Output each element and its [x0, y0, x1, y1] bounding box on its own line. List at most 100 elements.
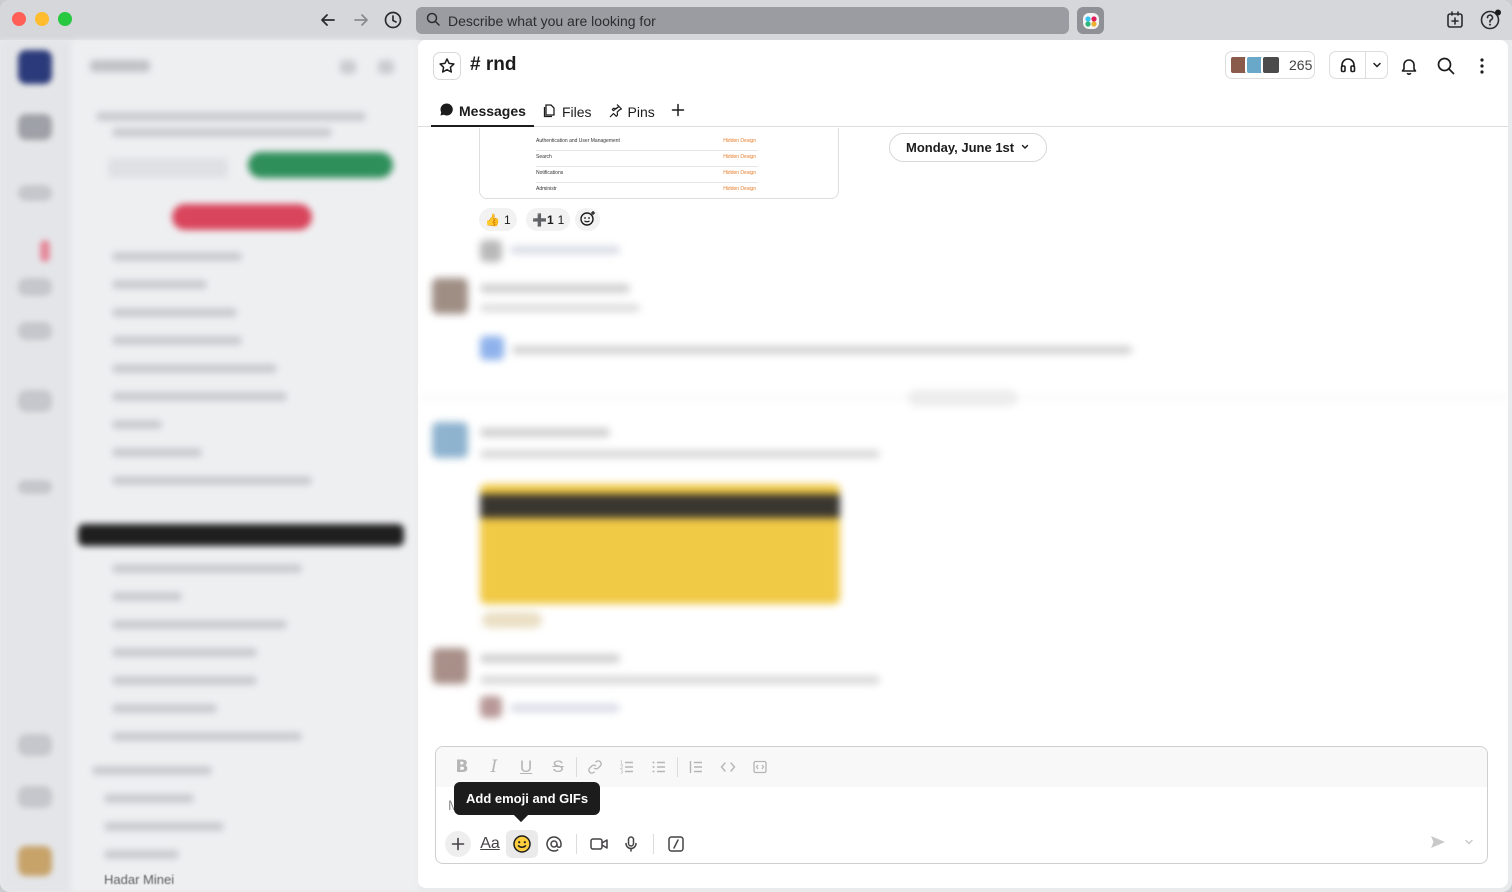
avatar [432, 422, 468, 458]
svg-text:3: 3 [620, 770, 623, 776]
video-icon[interactable] [583, 830, 615, 858]
code-icon[interactable] [712, 753, 744, 781]
emoji-tooltip: Add emoji and GIFs [454, 782, 601, 815]
workspace-rail [0, 40, 72, 892]
sidebar-item[interactable] [112, 648, 257, 657]
channel-view: # rnd 265 Messages Files Pins Authentica… [418, 40, 1508, 888]
more-icon[interactable] [18, 390, 52, 412]
sidebar-item[interactable] [112, 420, 162, 429]
member-list-button[interactable]: 265 [1225, 51, 1315, 79]
divider [576, 757, 577, 777]
text-formatting-icon[interactable]: Aa [474, 830, 506, 858]
create-icon[interactable] [18, 734, 52, 756]
filter-icon[interactable] [340, 60, 356, 74]
sidebar-item[interactable] [112, 592, 182, 601]
history-clock-icon[interactable] [381, 8, 405, 32]
tab-files[interactable]: Files [534, 96, 600, 127]
bulleted-list-icon[interactable] [643, 753, 675, 781]
divider [536, 182, 758, 183]
tab-label: Messages [459, 102, 526, 119]
row-label: Search [536, 154, 552, 160]
link-icon[interactable] [579, 753, 611, 781]
emoji-icon[interactable] [506, 830, 538, 858]
underline-icon[interactable]: U [510, 753, 542, 781]
strikethrough-icon[interactable]: S [542, 753, 574, 781]
sidebar-item[interactable] [112, 564, 302, 573]
reaction-plus-one[interactable]: ➕1 1 [526, 208, 571, 231]
user-avatar[interactable] [18, 846, 52, 876]
code-block-icon[interactable] [744, 753, 776, 781]
workspace-avatar[interactable] [18, 50, 52, 84]
sidebar-item[interactable] [112, 448, 202, 457]
add-tab-button[interactable] [663, 96, 693, 127]
sidebar-item[interactable] [112, 280, 207, 289]
search-icon[interactable] [1432, 52, 1460, 80]
mention-icon[interactable] [538, 830, 570, 858]
date-divider-button[interactable]: Monday, June 1st [889, 133, 1048, 162]
message-list: Authentication and User Management Hidden… [418, 128, 1508, 740]
huddle-button[interactable] [1329, 51, 1388, 79]
dm-item[interactable] [104, 822, 224, 831]
channel-title[interactable]: # rnd [470, 54, 516, 76]
chevron-down-icon[interactable] [1366, 59, 1387, 71]
maximize-window-button[interactable] [58, 12, 72, 26]
activity-icon[interactable] [18, 278, 52, 296]
star-icon[interactable] [433, 52, 461, 80]
dm-item[interactable] [104, 850, 179, 859]
bold-icon[interactable]: B [446, 753, 478, 781]
search-placeholder: Describe what you are looking for [448, 12, 656, 29]
sidebar-item[interactable] [112, 392, 287, 401]
new-canvas-icon[interactable] [1443, 8, 1467, 32]
slash-command-icon[interactable] [660, 830, 692, 858]
dm-item[interactable] [104, 794, 194, 803]
back-arrow-icon[interactable] [316, 8, 340, 32]
sender-name [480, 284, 630, 293]
kebab-menu-icon[interactable] [1468, 52, 1496, 80]
sidebar-banner [96, 112, 366, 121]
headphones-icon[interactable] [1330, 52, 1366, 78]
ordered-list-icon[interactable]: 123 [611, 753, 643, 781]
sidebar-section-header[interactable] [92, 766, 212, 775]
help-icon[interactable] [1478, 8, 1502, 32]
add-reaction-button[interactable] [575, 208, 600, 231]
sidebar-cta-green[interactable] [248, 152, 393, 178]
tab-pins[interactable]: Pins [600, 96, 663, 127]
reaction-thumbsup[interactable]: 👍 1 [479, 208, 517, 231]
tab-label: Pins [627, 103, 655, 120]
image-attachment[interactable]: Authentication and User Management Hidden… [479, 128, 839, 199]
sidebar-item[interactable] [112, 676, 257, 685]
sidebar-item-selected[interactable] [78, 524, 404, 546]
search-input[interactable]: Describe what you are looking for [416, 7, 1069, 34]
settings-icon[interactable] [18, 786, 52, 808]
dms-icon[interactable] [18, 185, 52, 201]
sidebar-item[interactable] [112, 336, 242, 345]
chevron-down-icon[interactable] [1463, 835, 1475, 853]
sidebar-secondary-button[interactable] [108, 158, 228, 178]
italic-icon[interactable]: I [478, 753, 510, 781]
sidebar-item[interactable] [112, 732, 302, 741]
sidebar-item[interactable] [112, 308, 237, 317]
add-icon[interactable] [18, 480, 52, 494]
tab-messages[interactable]: Messages [431, 96, 534, 127]
minimize-window-button[interactable] [35, 12, 49, 26]
row-status: Hidden Design [723, 170, 756, 176]
ai-assistant-icon[interactable] [1077, 7, 1104, 34]
blockquote-icon[interactable] [680, 753, 712, 781]
send-icon[interactable] [1429, 833, 1447, 856]
plus-icon[interactable] [445, 831, 471, 857]
sidebar-user-name[interactable]: Hadar Minei [104, 872, 174, 887]
forward-arrow-icon[interactable] [349, 8, 373, 32]
sidebar-item[interactable] [112, 476, 312, 485]
bell-icon[interactable] [1395, 52, 1423, 80]
compose-icon[interactable] [378, 60, 394, 74]
microphone-icon[interactable] [615, 830, 647, 858]
close-window-button[interactable] [12, 12, 26, 26]
attachment-row: Administr Hidden Design [536, 186, 756, 192]
later-icon[interactable] [18, 322, 52, 340]
sidebar-item[interactable] [112, 364, 277, 373]
sidebar-cta-red[interactable] [172, 204, 312, 230]
sidebar-item[interactable] [112, 620, 287, 629]
sidebar-item[interactable] [112, 704, 217, 713]
home-icon[interactable] [18, 114, 52, 140]
sidebar-item[interactable] [112, 252, 242, 261]
